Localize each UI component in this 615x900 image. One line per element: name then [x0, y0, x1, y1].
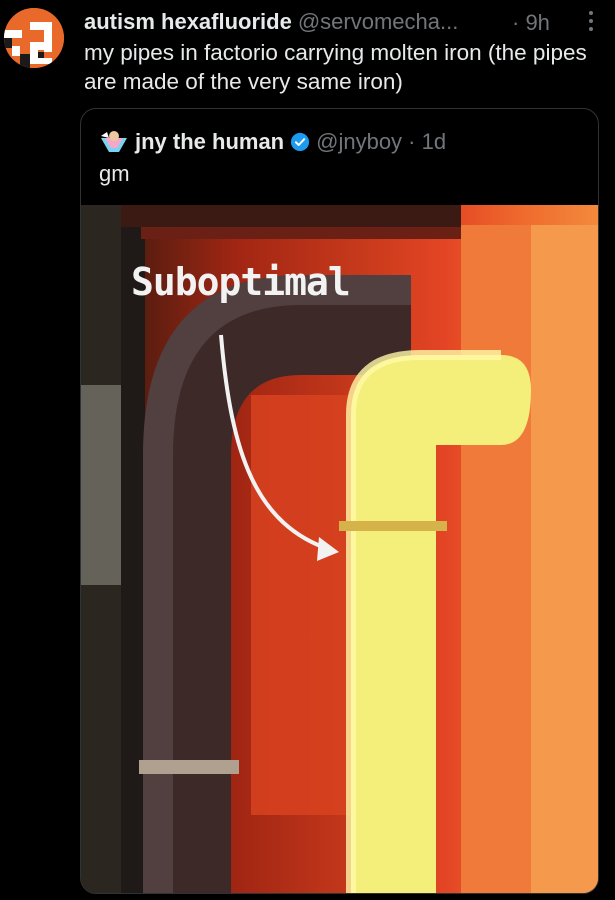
quoted-tweet-text: gm — [99, 161, 130, 186]
photo-pipes-illustration — [81, 205, 598, 893]
quoted-tweet-photo[interactable]: Suboptimal — [81, 205, 598, 893]
tweet-text: my pipes in factorio carrying molten iro… — [84, 40, 587, 94]
quoted-author-handle-and-time[interactable]: @jnyboy · 1d — [316, 129, 446, 155]
quoted-avatar-image — [101, 131, 127, 152]
photo-caption-text: Suboptimal — [131, 260, 351, 304]
author-handle[interactable]: @servomecha... — [298, 9, 459, 35]
quoted-tweet-header: jny the human @jnyboy · 1d — [99, 127, 446, 157]
author-display-name[interactable]: autism hexafluoride — [84, 9, 292, 35]
author-avatar[interactable] — [4, 8, 64, 68]
tweet-timestamp[interactable]: · 9h — [512, 10, 550, 36]
tweet-header: autism hexafluoride @servomecha... · 9h — [84, 4, 604, 40]
more-vertical-icon[interactable] — [586, 11, 596, 35]
verified-badge-icon — [291, 132, 310, 152]
quoted-author-display-name[interactable]: jny the human — [135, 129, 284, 155]
quoted-author-avatar[interactable] — [99, 130, 129, 154]
quoted-tweet-card[interactable]: jny the human @jnyboy · 1d gm Suboptimal — [80, 108, 599, 894]
avatar-image — [4, 8, 64, 68]
